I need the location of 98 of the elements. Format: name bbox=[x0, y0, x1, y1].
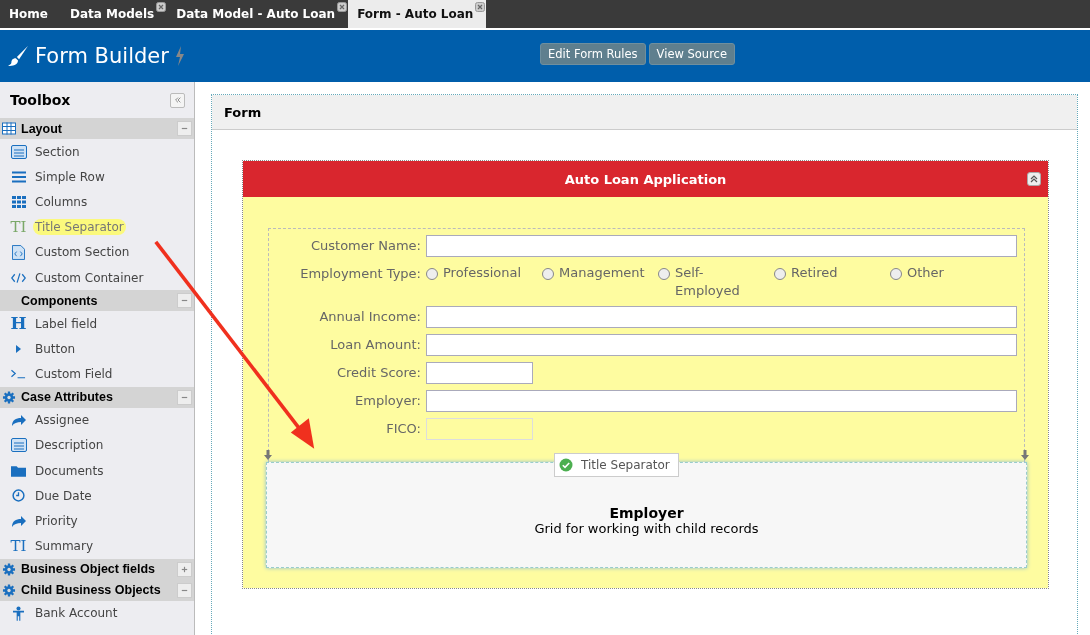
toolbox-item[interactable]: Section bbox=[33, 143, 82, 160]
toolbox-item[interactable]: Documents bbox=[33, 462, 106, 479]
group-title: Child Business Objects bbox=[21, 583, 162, 598]
group-header[interactable]: Layout bbox=[0, 118, 194, 139]
menu-icon bbox=[11, 170, 26, 183]
toolbox-item[interactable]: Priority bbox=[33, 513, 80, 530]
tab[interactable]: Data Model - Auto Loan bbox=[167, 0, 349, 28]
brush-icon bbox=[7, 45, 29, 67]
radio-button[interactable] bbox=[542, 268, 554, 280]
field-label: Employer: bbox=[354, 392, 421, 410]
group-toggle[interactable] bbox=[177, 389, 192, 405]
input-field[interactable] bbox=[426, 235, 1017, 257]
toolbox-item[interactable]: Simple Row bbox=[33, 168, 107, 185]
clock-icon bbox=[12, 489, 25, 503]
field-label: Employment Type: bbox=[299, 265, 421, 283]
input-field[interactable] bbox=[426, 390, 1017, 412]
heading-icon: H bbox=[10, 315, 27, 333]
grid-title: Employer bbox=[609, 504, 684, 521]
text-icon: TI bbox=[10, 219, 27, 235]
header-button[interactable]: Edit Form Rules bbox=[540, 43, 646, 65]
text-icon: TI bbox=[10, 538, 27, 554]
person-icon bbox=[13, 605, 24, 621]
window-icon bbox=[10, 438, 27, 453]
double-chevron-icon bbox=[173, 96, 182, 104]
grid-icon bbox=[11, 195, 26, 208]
terminal-icon bbox=[11, 369, 26, 380]
toolbox-item[interactable]: Bank Account bbox=[33, 605, 120, 622]
group-title: Business Object fields bbox=[21, 562, 157, 577]
code-file-icon bbox=[12, 244, 25, 260]
tooltip-text: Title Separator bbox=[581, 458, 670, 472]
code-icon bbox=[11, 271, 26, 284]
radio-label[interactable]: Professional bbox=[443, 264, 522, 282]
close-icon[interactable] bbox=[337, 2, 348, 12]
group-toggle[interactable] bbox=[177, 293, 192, 309]
grid-description: Grid for working with child records bbox=[534, 520, 759, 536]
radio-label[interactable]: Other bbox=[907, 264, 944, 282]
radio-button[interactable] bbox=[890, 268, 902, 280]
header-button[interactable]: View Source bbox=[648, 43, 736, 65]
collapse-button[interactable] bbox=[170, 92, 185, 108]
toolbox-item[interactable]: Label field bbox=[33, 315, 100, 332]
radio-label[interactable]: Retired bbox=[791, 264, 838, 282]
toolbox-item[interactable]: Description bbox=[33, 437, 106, 454]
field-label: Credit Score: bbox=[335, 364, 421, 382]
input-field[interactable] bbox=[426, 362, 533, 384]
caret-icon bbox=[15, 343, 22, 354]
section-title: Auto Loan Application bbox=[564, 171, 727, 187]
input-field[interactable] bbox=[426, 306, 1017, 328]
tab[interactable]: Data Models bbox=[60, 0, 168, 28]
toolbox-title: Toolbox bbox=[10, 92, 71, 108]
toolbox-item[interactable]: Assignee bbox=[33, 412, 92, 429]
gear-icon bbox=[2, 583, 16, 597]
folder-icon bbox=[11, 464, 26, 477]
app-title: Form Builder bbox=[35, 44, 169, 68]
radio-button[interactable] bbox=[426, 268, 438, 280]
gear-icon bbox=[2, 390, 16, 404]
check-icon bbox=[559, 458, 573, 472]
lightning-icon bbox=[174, 46, 185, 66]
toolbox-item[interactable]: Custom Section bbox=[33, 244, 132, 261]
group-header[interactable]: Case Attributes bbox=[0, 386, 194, 408]
group-toggle[interactable] bbox=[177, 561, 192, 577]
close-icon[interactable] bbox=[156, 2, 167, 12]
arrow-down-icon bbox=[1021, 450, 1029, 460]
field-label: Annual Income: bbox=[318, 308, 421, 326]
group-header[interactable]: Components bbox=[0, 290, 194, 312]
group-toggle[interactable] bbox=[177, 582, 192, 598]
toolbox-item[interactable]: Columns bbox=[33, 193, 90, 210]
share-arrow-icon bbox=[10, 515, 27, 528]
group-title: Layout bbox=[21, 121, 63, 136]
group-title: Components bbox=[21, 293, 99, 308]
field-label: FICO: bbox=[385, 420, 421, 438]
collapse-icon[interactable] bbox=[1027, 172, 1041, 186]
tab[interactable]: Home bbox=[0, 0, 61, 28]
toolbox-item[interactable]: Button bbox=[33, 340, 78, 357]
radio-button[interactable] bbox=[774, 268, 786, 280]
gear-icon bbox=[2, 562, 16, 576]
group-title: Case Attributes bbox=[21, 390, 114, 405]
toolbox-item[interactable]: Summary bbox=[33, 538, 95, 555]
group-header[interactable]: Child Business Objects bbox=[0, 579, 194, 601]
radio-label[interactable]: Management bbox=[559, 264, 645, 282]
window-icon bbox=[10, 144, 27, 159]
toolbox-item[interactable]: Title Separator bbox=[33, 219, 126, 236]
plus-icon bbox=[180, 564, 189, 574]
close-icon[interactable] bbox=[475, 2, 486, 12]
table-icon bbox=[2, 122, 16, 135]
tab[interactable]: Form - Auto Loan bbox=[348, 0, 487, 28]
field-label: Loan Amount: bbox=[329, 336, 421, 354]
share-arrow-icon bbox=[10, 414, 27, 427]
radio-button[interactable] bbox=[658, 268, 670, 280]
toolbox-item[interactable]: Custom Field bbox=[33, 366, 115, 383]
radio-label[interactable]: Self- Employed bbox=[675, 264, 740, 300]
toolbox-item[interactable]: Custom Container bbox=[33, 269, 146, 286]
input-field[interactable] bbox=[426, 334, 1017, 356]
arrow-down-icon bbox=[264, 450, 272, 460]
toolbox-item[interactable]: Due Date bbox=[33, 487, 94, 504]
group-toggle[interactable] bbox=[177, 121, 192, 136]
group-header[interactable]: Business Object fields bbox=[0, 558, 194, 580]
form-title: Form bbox=[224, 104, 262, 120]
field-label: Customer Name: bbox=[310, 237, 421, 255]
